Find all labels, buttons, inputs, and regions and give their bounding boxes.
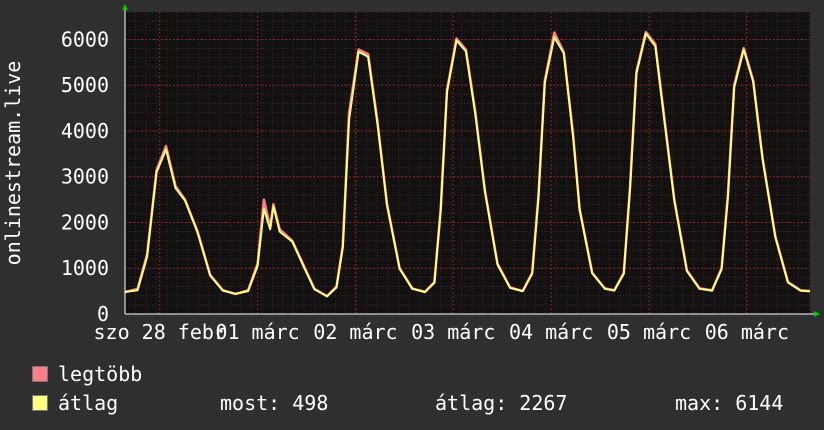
y-axis-label: onlinestream.live (1, 61, 25, 266)
x-tick-label: 06 márc (705, 320, 789, 344)
x-tick-label: szo 28 febr (93, 320, 225, 344)
x-tick-label: 05 márc (607, 320, 691, 344)
y-tick-label: 5000 (61, 73, 109, 97)
y-tick-label: 1000 (61, 256, 109, 280)
y-tick-label: 4000 (61, 119, 109, 143)
x-tick-label: 01 márc (215, 320, 299, 344)
y-tick-label: 2000 (61, 210, 109, 234)
y-tick-label: 3000 (61, 165, 109, 189)
y-tick-label: 6000 (61, 27, 109, 51)
x-tick-label: 02 márc (313, 320, 397, 344)
x-axis-arrow (814, 311, 820, 317)
y-axis-arrow (122, 4, 128, 10)
line-chart: 0100020003000400050006000szo 28 febr01 m… (1, 4, 820, 344)
x-tick-label: 04 márc (509, 320, 593, 344)
x-tick-label: 03 márc (411, 320, 495, 344)
